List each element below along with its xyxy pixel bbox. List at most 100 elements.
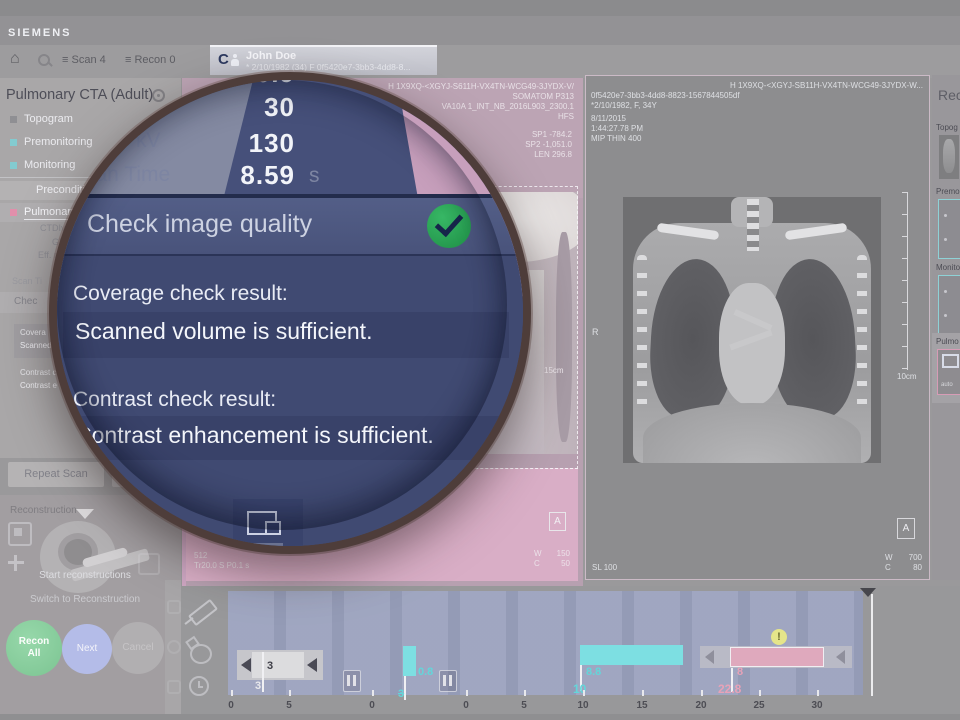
patient-logo: C <box>218 51 229 68</box>
tab-scan-label: Scan 4 <box>71 54 105 66</box>
patient-icon <box>231 54 239 67</box>
axis-label: 15 <box>627 700 657 711</box>
recon-task-sidebar: Rec Topog Premo Monito Pulmo auto <box>932 75 960 580</box>
scrub-left-handle[interactable] <box>241 658 251 672</box>
syngo-ct-screen: SIEMENS ⌂ ≡ Scan 4 ≡ Recon 0 C John Doe … <box>0 0 960 720</box>
orientation-marker: A <box>897 518 915 539</box>
recon-step-topogram[interactable]: Topog <box>936 123 958 133</box>
matrix-label: 512 <box>194 551 207 561</box>
study-time: 1:44:27.78 PM <box>591 124 643 134</box>
delay-left-handle[interactable] <box>705 650 714 664</box>
tab-recon[interactable]: ≡ Recon 0 <box>125 54 175 66</box>
main-toolbar: ⌂ ≡ Scan 4 ≡ Recon 0 <box>0 45 960 78</box>
timeline-panel[interactable] <box>228 591 863 695</box>
slice-label: SL 100 <box>592 563 617 573</box>
injection-base: 3 <box>398 688 404 700</box>
coverage-label-frag: Covera <box>20 328 46 337</box>
top-band <box>0 0 960 16</box>
siemens-logo: SIEMENS <box>8 27 72 39</box>
tab-recon-label: Recon 0 <box>134 54 175 66</box>
step-bullet <box>10 162 17 169</box>
patient-name: John Doe <box>246 50 296 62</box>
coverage-value-frag: Scanned <box>20 341 52 350</box>
menu-icon: ≡ <box>62 54 68 66</box>
window-c-label: C <box>534 559 540 569</box>
window-c-value: 50 <box>542 559 570 569</box>
home-icon[interactable]: ⌂ <box>10 50 20 68</box>
recon-hint-line1: Start reconstructions <box>0 570 170 581</box>
param-scantime: Scan Ti <box>12 276 42 286</box>
monitoring-box[interactable] <box>938 275 960 335</box>
study-date: 8/11/2015 <box>591 114 626 124</box>
delay-start: 22.8 <box>718 682 741 696</box>
contrast-bag-icon <box>187 638 213 664</box>
image-id-line: H 1X9XQ-<XGYJ-SB11H-VX4TN-WCG49-3JYDX-W.… <box>623 81 923 91</box>
step-bullet <box>10 209 17 216</box>
scrub-value-bottom: 3 <box>255 680 261 692</box>
tab-scan[interactable]: ≡ Scan 4 <box>62 54 106 66</box>
magnifier-loupe: 40.9 30 kV 130 Scan Time 8.59 s Check im… <box>49 72 531 554</box>
timeline-cursor[interactable] <box>871 594 873 696</box>
contrast-label-frag: Contrast c <box>20 368 56 377</box>
menu-icon: ≡ <box>125 54 131 66</box>
recon-hint-line2: Switch to Reconstruction <box>0 594 170 605</box>
ct-coronal-image <box>623 197 881 463</box>
delay-right-handle[interactable] <box>836 650 845 664</box>
scale-label: 10cm <box>897 372 917 382</box>
contrast-value-frag: Contrast e <box>20 381 57 390</box>
recon-step-monitoring[interactable]: Monito <box>936 263 960 273</box>
patient-tab[interactable]: C John Doe * 2/10/1982 (34) F 0f5420e7-3… <box>210 45 437 75</box>
window-c-value: 80 <box>892 563 922 573</box>
range-scrubber[interactable] <box>237 650 323 680</box>
delay-range[interactable] <box>700 646 852 668</box>
injection-marker[interactable] <box>403 646 416 676</box>
axis-label: 25 <box>744 700 774 711</box>
scan-bar[interactable] <box>580 645 683 665</box>
delay-duration: 8 <box>737 666 743 678</box>
recon-sidebar-title: Rec <box>938 87 960 103</box>
patient-id-text: 0f5420e7-3bb3-4dd8-8823-1567844505df <box>591 91 740 101</box>
axis-label: 5 <box>274 700 304 711</box>
axis-label: 0 <box>216 700 246 711</box>
search-icon[interactable] <box>38 54 52 68</box>
warning-icon[interactable]: ! <box>771 629 787 645</box>
axis-label: 5 <box>509 700 539 711</box>
scan-duration: 8.8 <box>586 666 601 678</box>
move-icon[interactable] <box>8 555 24 571</box>
scrub-right-handle[interactable] <box>307 658 317 672</box>
side-tool-strip <box>165 580 181 720</box>
pause-icon <box>343 670 361 692</box>
clock-icon <box>189 676 209 696</box>
right-image-panel[interactable]: H 1X9XQ-<XGYJ-SB11H-VX4TN-WCG49-3JYDX-W.… <box>585 75 930 580</box>
recon-step-pulmonary[interactable]: Pulmo <box>936 337 959 347</box>
window-w-value: 150 <box>542 549 570 559</box>
step-bullet <box>10 139 17 146</box>
timing-label: Tr20.0 S P0.1 s <box>194 561 249 571</box>
recon-all-button[interactable]: Recon All <box>6 620 62 676</box>
pause-icon <box>439 670 457 692</box>
cancel-button[interactable]: Cancel <box>112 622 164 674</box>
window-c-label: C <box>885 563 891 573</box>
timeline-end-arrow[interactable] <box>860 588 876 597</box>
header-band <box>0 16 960 45</box>
scale-label: 15cm <box>544 366 564 375</box>
axis-label: 0 <box>451 700 481 711</box>
axis-label: 20 <box>686 700 716 711</box>
next-button[interactable]: Next <box>62 624 112 674</box>
topogram-thumbnail[interactable] <box>939 135 959 179</box>
axis-label: 10 <box>568 700 598 711</box>
recon-step-premonitoring[interactable]: Premo <box>936 187 960 197</box>
axis-label: 0 <box>357 700 387 711</box>
recon-job-icon[interactable] <box>8 522 32 546</box>
premonitoring-box[interactable] <box>938 199 960 259</box>
syringe-icon <box>187 598 217 624</box>
auto-label: auto <box>941 382 953 388</box>
injection-value: 0.8 <box>418 666 433 678</box>
step-bullet <box>10 116 17 123</box>
window-w-label: W <box>534 549 542 559</box>
axis-label: 30 <box>802 700 832 711</box>
pulmonary-thumbnail[interactable]: auto <box>937 349 960 395</box>
window-w-value: 700 <box>892 553 922 563</box>
scrub-value-top: 3 <box>267 660 273 672</box>
orientation-left: R <box>592 327 599 338</box>
